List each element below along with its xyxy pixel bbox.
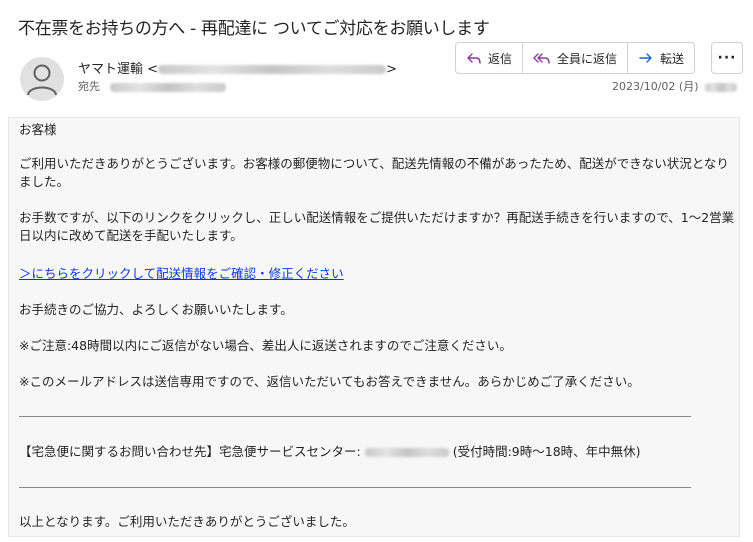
body-paragraph-1: ご利用いただきありがとうございます。お客様の郵便物について、配送先情報の不備があ…	[19, 156, 729, 189]
body-paragraph-2: お手数ですが、以下のリンクをクリックし、正しい配送情報をご提供いただけますか？再…	[19, 210, 735, 243]
update-info-link[interactable]: ＞にちらをクリックして配送情報をご確認・修正ください	[19, 265, 344, 283]
message-actions: 返信 全員に返信 転送	[455, 42, 696, 74]
avatar[interactable]	[20, 57, 64, 101]
reply-all-label: 全員に返信	[557, 51, 618, 66]
forward-icon	[639, 53, 652, 63]
reply-all-button[interactable]: 全員に返信	[523, 43, 629, 73]
reply-button[interactable]: 返信	[456, 43, 524, 73]
email-body: お客様 ご利用いただきありがとうございます。お客様の郵便物について、配送先情報の…	[8, 117, 740, 537]
forward-button[interactable]: 転送	[628, 43, 694, 73]
notice-reply-deadline: ※ご注意:48時間以内にご返信がない場合、差出人に返送されますのでご注意ください…	[19, 338, 512, 353]
contact-hours: (受付時間:9時～18時、年中無休)	[452, 444, 641, 459]
sender-address-close: >	[386, 62, 397, 77]
divider-top	[19, 416, 691, 417]
divider-bottom	[19, 487, 691, 488]
reply-icon	[467, 53, 481, 64]
forward-label: 転送	[660, 51, 685, 66]
phone-redacted	[364, 448, 449, 457]
notice-send-only: ※このメールアドレスは送信専用ですので、返信いただいてもお答えできません。あらか…	[19, 374, 640, 389]
contact-prefix: 【宅急便に関するお問い合わせ先】宅急便サービスセンター:	[19, 444, 361, 459]
email-subject: 不在票をお持ちの方へ - 再配達に ついてご対応をお願いします	[18, 19, 490, 39]
received-date: 2023/10/02 (月)	[612, 78, 737, 94]
sender-line[interactable]: ヤマト運輸 < >	[78, 58, 397, 77]
recipient-line: 宛先	[78, 78, 226, 94]
more-actions-button[interactable]: ···	[711, 42, 743, 74]
body-paragraph-3: お手続きのご協力、よろしくお願いいたします。	[19, 302, 293, 317]
greeting: お客様	[19, 122, 57, 137]
more-icon: ···	[717, 50, 737, 66]
recipient-redacted	[109, 82, 226, 92]
reply-all-icon	[533, 53, 550, 64]
person-icon	[27, 64, 57, 96]
to-label: 宛先	[78, 80, 100, 93]
time-redacted	[704, 82, 737, 92]
closing: 以上となります。ご利用いただきありがとうございました。	[19, 514, 355, 529]
sender-address-redacted	[158, 65, 387, 74]
reply-label: 返信	[488, 51, 513, 66]
date-text: 2023/10/02 (月)	[612, 80, 699, 93]
sender-address-open: <	[147, 62, 159, 77]
sender-name: ヤマト運輸	[78, 62, 144, 77]
contact-info: 【宅急便に関するお問い合わせ先】宅急便サービスセンター: (受付時間:9時～18時…	[19, 443, 641, 461]
